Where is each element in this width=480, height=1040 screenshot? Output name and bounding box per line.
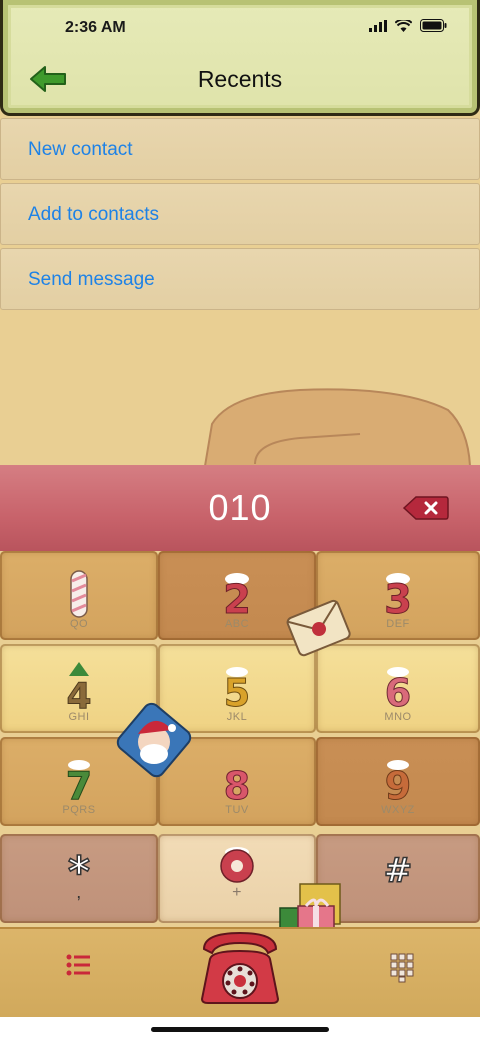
- digit-1-icon: [70, 570, 88, 618]
- envelope-sticker-icon: [286, 599, 351, 657]
- signal-icon: [369, 19, 387, 32]
- svg-text:3: 3: [384, 577, 412, 619]
- page-title: Recents: [197, 66, 283, 92]
- rotary-phone-icon[interactable]: [198, 927, 282, 1005]
- digit-9-icon: 9: [384, 760, 412, 805]
- action-menu: New contact Add to contacts Send message: [0, 118, 480, 313]
- status-bar: 2:36 AM: [3, 0, 477, 56]
- digit-8-icon: 8: [223, 764, 250, 806]
- svg-text:9: 9: [385, 764, 411, 805]
- home-indicator[interactable]: [151, 1027, 329, 1032]
- svg-text:8: 8: [224, 764, 250, 805]
- digit-4-icon: 4: [66, 662, 92, 712]
- key-7-letters: PQRS: [62, 804, 96, 816]
- digit-3-icon: 3: [384, 573, 412, 619]
- send-message-button[interactable]: Send message: [0, 248, 480, 310]
- santa-sticker-icon: [116, 702, 192, 778]
- svg-text:4: 4: [66, 676, 91, 712]
- hash-icon: #: [383, 850, 413, 890]
- svg-text:#: #: [384, 851, 413, 890]
- key-9[interactable]: 9 WXYZ: [316, 737, 480, 826]
- svg-text:7: 7: [66, 764, 92, 805]
- digit-5-icon: 5: [223, 667, 251, 712]
- backspace-icon[interactable]: [402, 494, 450, 522]
- wifi-icon: [395, 19, 412, 32]
- dialer-action-bar: [0, 927, 480, 1017]
- new-contact-button[interactable]: New contact: [0, 118, 480, 180]
- svg-text:6: 6: [385, 671, 411, 712]
- key-1-letters: QO: [69, 618, 89, 630]
- key-9-letters: WXYZ: [381, 804, 415, 816]
- status-icons: [369, 19, 447, 32]
- key-star-letters: ,: [76, 882, 82, 902]
- background-illustration: [203, 388, 472, 466]
- add-to-contacts-button[interactable]: Add to contacts: [0, 183, 480, 245]
- svg-text:5: 5: [224, 671, 250, 712]
- app-header: 2:36 AM Recents: [0, 0, 480, 116]
- digit-6-icon: 6: [384, 667, 412, 712]
- key-8-letters: TUV: [225, 804, 249, 816]
- battery-icon: [420, 19, 447, 32]
- status-time: 2:36 AM: [65, 19, 126, 36]
- keypad-icon[interactable]: [390, 953, 414, 983]
- key-6-letters: MNO: [384, 711, 412, 723]
- key-star[interactable]: * ,: [0, 834, 158, 923]
- digit-7-icon: 7: [65, 760, 93, 805]
- key-1[interactable]: QO: [0, 551, 158, 640]
- digit-0-icon: [220, 847, 254, 883]
- svg-text:2: 2: [223, 577, 251, 619]
- list-icon[interactable]: [64, 953, 92, 977]
- digit-2-icon: 2: [223, 573, 251, 619]
